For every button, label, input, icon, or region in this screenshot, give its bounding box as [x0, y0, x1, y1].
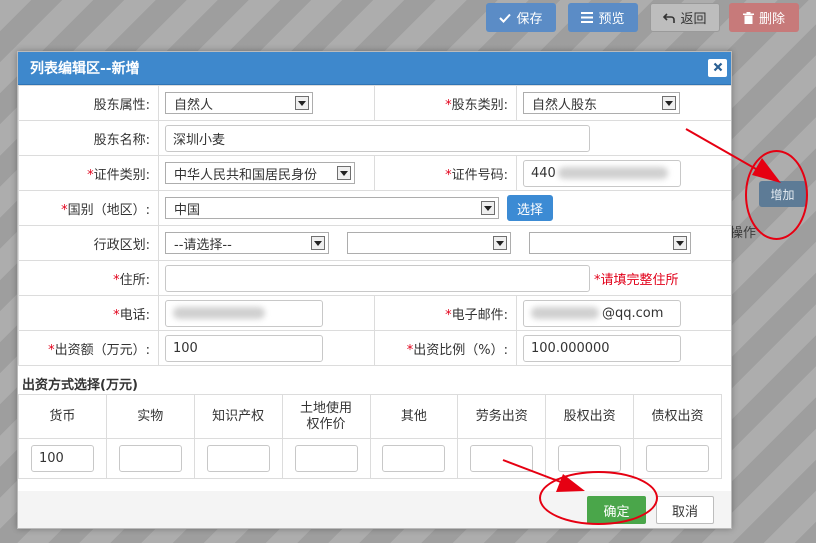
delete-button[interactable]: 删除: [729, 3, 799, 32]
holder-type-label: *股东类别:: [374, 85, 517, 121]
col-header: 货币: [18, 394, 107, 439]
ratio-label: *出资比例（%）:: [374, 330, 517, 366]
close-icon: [713, 60, 723, 76]
amount-label: *出资额（万元）:: [18, 330, 159, 366]
country-select[interactable]: 中国: [165, 197, 499, 219]
phone-input[interactable]: [165, 299, 323, 327]
holder-name-input[interactable]: 深圳小麦: [165, 124, 590, 152]
region-label: 行政区划:: [18, 225, 159, 261]
chevron-down-icon: [662, 96, 676, 110]
equity-amount-input[interactable]: [558, 445, 622, 472]
id-type-label: *证件类别:: [18, 155, 159, 191]
phone-label: *电话:: [18, 295, 159, 331]
district-select[interactable]: [529, 232, 691, 254]
chevron-down-icon: [311, 236, 325, 250]
col-header: 实物: [105, 394, 195, 439]
redacted-blur: [531, 307, 599, 319]
address-input[interactable]: [165, 264, 590, 292]
other-amount-input[interactable]: [382, 445, 446, 472]
col-header: 股权出资: [545, 394, 635, 439]
email-input[interactable]: @qq.com: [523, 299, 681, 327]
chevron-down-icon: [493, 236, 507, 250]
holder-type-select[interactable]: 自然人股东: [523, 92, 680, 114]
col-header: 知识产权: [193, 394, 283, 439]
annotation-circle-confirm: [539, 471, 658, 525]
list-icon: [581, 12, 594, 23]
col-header: 其他: [369, 394, 459, 439]
redacted-blur: [557, 167, 668, 179]
undo-icon: [663, 12, 676, 24]
dialog-title: 列表编辑区--新增: [30, 61, 140, 77]
currency-amount-input[interactable]: 100: [30, 445, 94, 472]
id-number-label: *证件号码:: [374, 155, 517, 191]
id-number-input[interactable]: 440: [523, 159, 681, 187]
province-select[interactable]: --请选择--: [165, 232, 329, 254]
amount-input[interactable]: 100: [165, 334, 323, 362]
close-button[interactable]: [708, 59, 727, 77]
physical-amount-input[interactable]: [118, 445, 182, 472]
contribution-table: 货币 实物 知识产权 土地使用权作价 其他 劳务出资 股权出资 债权出资 100: [18, 394, 722, 479]
chevron-down-icon: [337, 166, 351, 180]
holder-attr-label: 股东属性:: [18, 85, 159, 121]
chevron-down-icon: [481, 201, 495, 215]
dialog-header: 列表编辑区--新增: [18, 52, 731, 85]
chevron-down-icon: [295, 96, 309, 110]
debt-amount-input[interactable]: [646, 445, 710, 472]
cancel-button[interactable]: 取消: [656, 496, 714, 524]
id-type-select[interactable]: 中华人民共和国居民身份: [165, 162, 355, 184]
country-label: *国别（地区）:: [18, 190, 159, 226]
edit-dialog: 列表编辑区--新增 股东属性: 自然人 *股东类别: 自然人股东 股东名称: 深…: [17, 51, 732, 529]
preview-button[interactable]: 预览: [568, 3, 638, 32]
holder-attr-select[interactable]: 自然人: [165, 92, 313, 114]
col-header: 土地使用权作价: [281, 394, 371, 439]
save-button[interactable]: 保存: [486, 3, 556, 32]
holder-name-label: 股东名称:: [18, 120, 159, 156]
address-label: *住所:: [18, 260, 159, 296]
contribution-section-title: 出资方式选择(万元): [22, 378, 138, 393]
annotation-circle-add: [745, 150, 808, 240]
shareholder-form: 股东属性: 自然人 *股东类别: 自然人股东 股东名称: 深圳小麦 *证件类别:…: [18, 85, 731, 366]
check-icon: [499, 12, 512, 24]
land-amount-input[interactable]: [294, 445, 358, 472]
email-label: *电子邮件:: [374, 295, 517, 331]
col-header: 债权出资: [633, 394, 722, 439]
col-header: 劳务出资: [457, 394, 547, 439]
city-select[interactable]: [347, 232, 511, 254]
trash-icon: [742, 11, 754, 24]
choose-country-button[interactable]: 选择: [507, 195, 554, 221]
redacted-blur: [173, 307, 265, 319]
ip-amount-input[interactable]: [206, 445, 270, 472]
back-button[interactable]: 返回: [650, 3, 720, 32]
ratio-input[interactable]: 100.000000: [523, 334, 681, 362]
labor-amount-input[interactable]: [470, 445, 534, 472]
chevron-down-icon: [673, 236, 687, 250]
address-hint: 请填完整住所: [600, 272, 679, 288]
